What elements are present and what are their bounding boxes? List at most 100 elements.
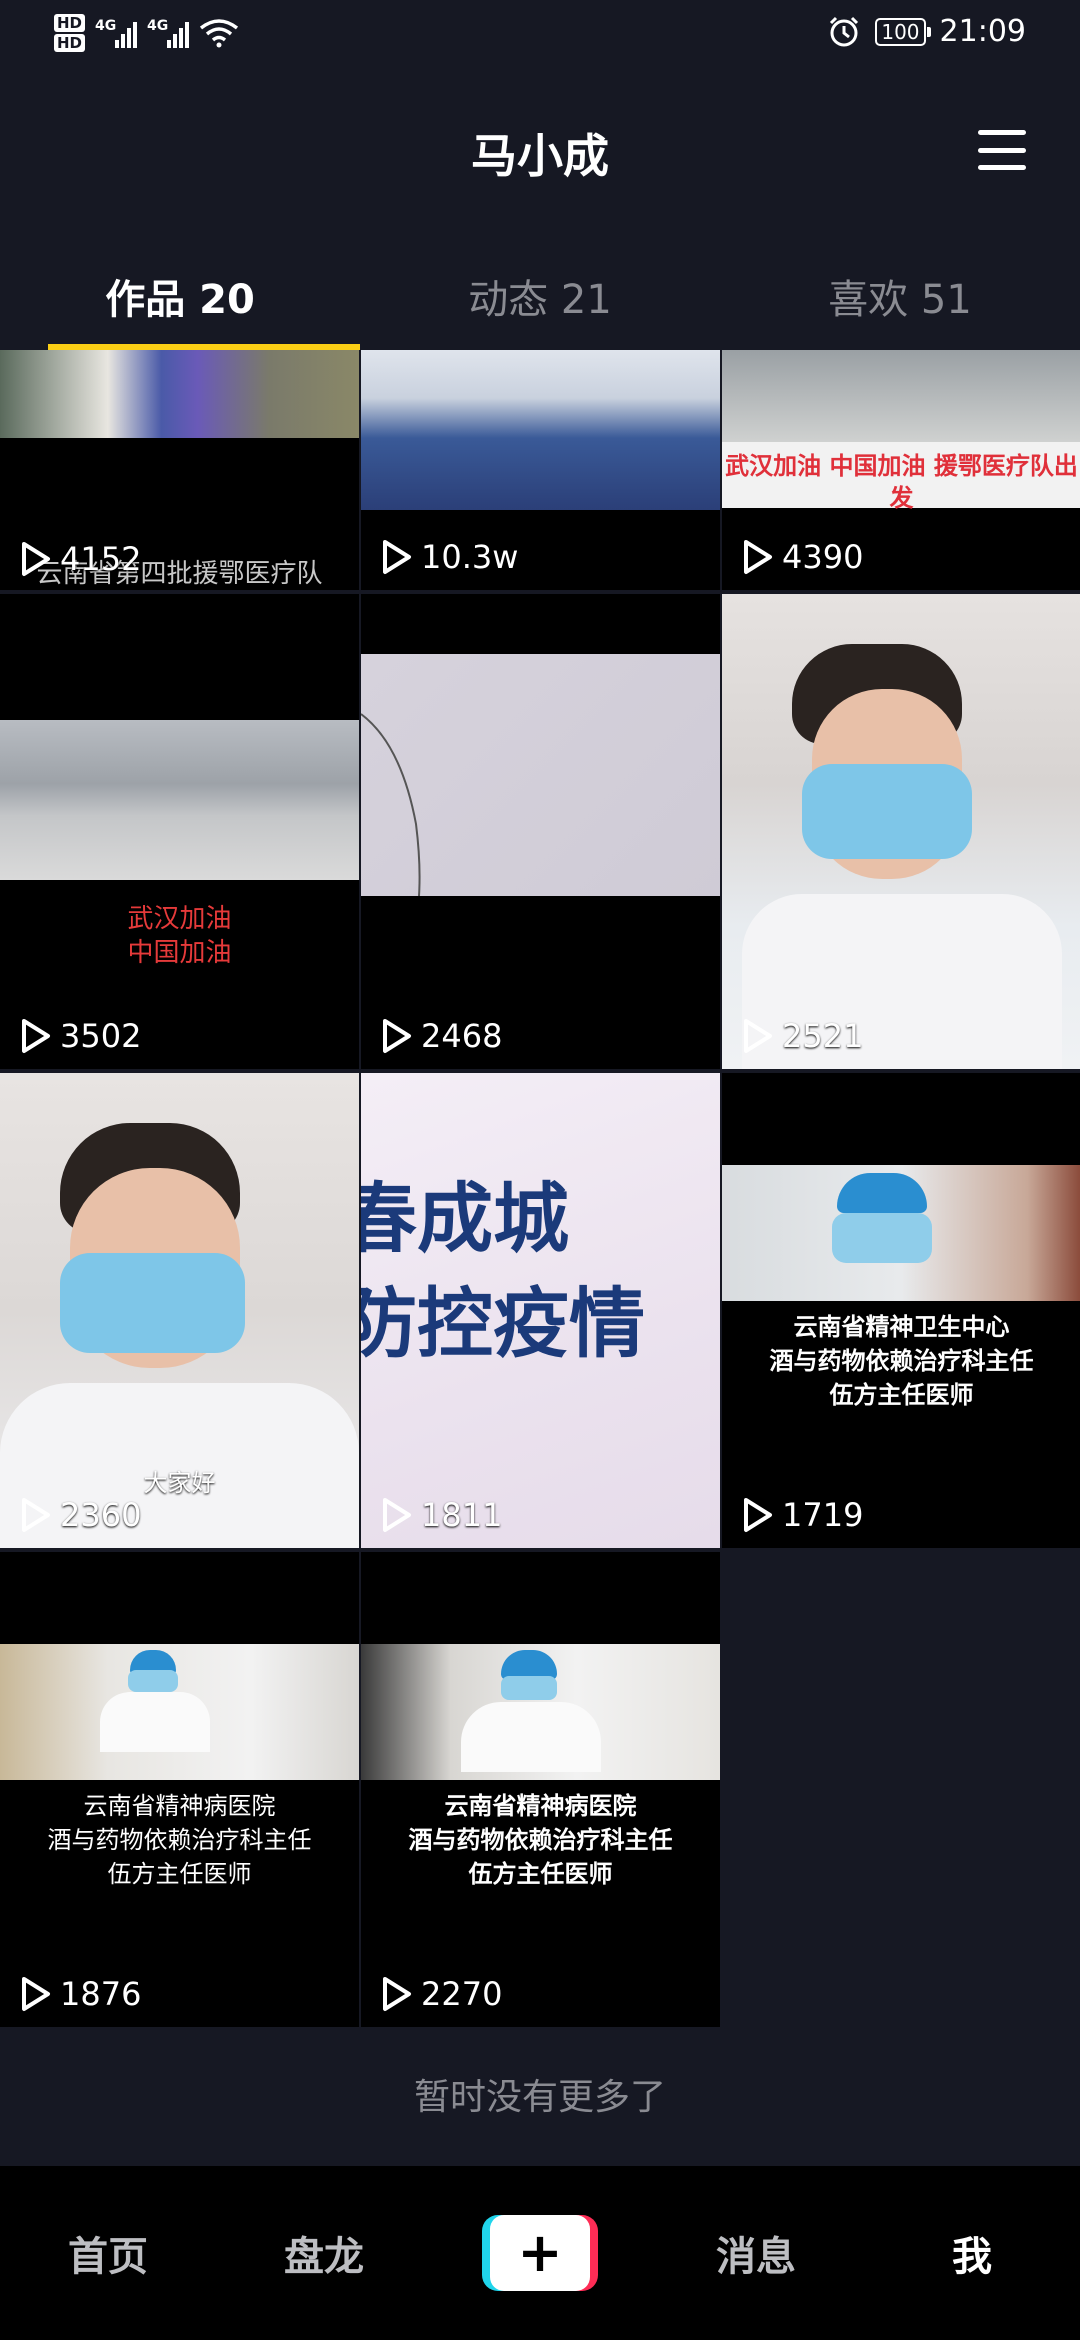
create-button[interactable]: + — [482, 2215, 598, 2291]
thumb-overlay-text-2: 防控疫情 — [361, 1279, 645, 1368]
thumb-coat — [100, 1692, 210, 1752]
video-thumbnail[interactable]: 大家好 2360 — [0, 1073, 359, 1548]
alarm-icon — [830, 16, 859, 46]
view-count: 2270 — [381, 1975, 502, 2013]
tab-likes[interactable]: 喜欢 51 — [720, 242, 1080, 350]
status-right: 100 21:09 — [827, 14, 1026, 49]
thumb-mask — [60, 1253, 245, 1353]
thumb-image — [0, 350, 359, 438]
video-thumbnail[interactable]: 云南省第四批援鄂医疗队 4152 — [0, 350, 359, 590]
thumb-mask — [802, 764, 972, 859]
thumb-sketch — [361, 713, 421, 896]
play-icon — [383, 1977, 411, 2011]
view-count-value: 2468 — [421, 1017, 503, 1055]
thumb-mask — [128, 1670, 178, 1692]
video-grid: 云南省第四批援鄂医疗队 4152 10.3w 武汉加油 中国加油 援鄂医疗队出发… — [0, 350, 1080, 2027]
battery-indicator: 100 — [875, 17, 931, 46]
play-icon — [383, 540, 411, 574]
view-count: 3502 — [20, 1017, 141, 1055]
video-thumbnail[interactable]: 武汉加油 中国加油 3502 — [0, 594, 359, 1069]
view-count-value: 2521 — [782, 1017, 864, 1055]
thumb-overlay-text-1: 春成城 — [361, 1174, 569, 1263]
view-count-value: 10.3w — [421, 538, 519, 576]
view-count: 10.3w — [381, 538, 518, 576]
menu-icon[interactable] — [978, 130, 1026, 170]
thumb-mask — [832, 1213, 932, 1263]
video-thumbnail[interactable]: 10.3w — [361, 350, 720, 590]
hd-label-1: HD — [54, 14, 86, 32]
view-count-value: 1876 — [60, 1975, 142, 2013]
video-caption-2: 酒与药物依赖治疗科主任 — [47, 1826, 312, 1854]
wifi-icon — [199, 19, 239, 48]
nav-messages[interactable]: 消息 — [648, 2224, 864, 2282]
signal-icon: 4G — [95, 18, 138, 48]
video-caption-2: 酒与药物依赖治疗科主任 — [769, 1347, 1034, 1375]
nav-home[interactable]: 首页 — [0, 2224, 216, 2282]
nav-me[interactable]: 我 — [864, 2224, 1080, 2282]
view-count: 2360 — [20, 1496, 141, 1534]
signal-icon-2: 4G — [147, 18, 190, 48]
play-icon — [22, 1019, 50, 1053]
view-count: 4152 — [20, 540, 141, 578]
video-caption-1: 云南省精神病医院 — [444, 1792, 637, 1820]
view-count: 2521 — [742, 1017, 863, 1055]
play-icon — [744, 1019, 772, 1053]
thumb-cap — [837, 1173, 927, 1213]
view-count: 1719 — [742, 1496, 863, 1534]
video-caption-3: 伍方主任医师 — [107, 1860, 252, 1888]
play-icon — [383, 1498, 411, 1532]
bottom-nav: 首页 盘龙 + 消息 我 — [0, 2166, 1080, 2340]
video-caption-2: 酒与药物依赖治疗科主任 — [408, 1826, 673, 1854]
view-count: 4390 — [742, 538, 863, 576]
video-caption-3: 伍方主任医师 — [468, 1860, 613, 1888]
no-more-content-text: 暂时没有更多了 — [413, 2077, 666, 2118]
video-thumbnail[interactable]: 云南省精神病医院 酒与药物依赖治疗科主任 伍方主任医师 1876 — [0, 1552, 359, 2027]
play-icon — [22, 1977, 50, 2011]
view-count-value: 1719 — [782, 1496, 864, 1534]
view-count-value: 3502 — [60, 1017, 142, 1055]
nav-city[interactable]: 盘龙 — [216, 2224, 432, 2282]
play-icon — [22, 542, 50, 576]
view-count: 1811 — [381, 1496, 502, 1534]
video-caption-3: 伍方主任医师 — [829, 1381, 974, 1409]
thumb-coat — [461, 1702, 601, 1772]
clock: 21:09 — [939, 14, 1026, 49]
video-caption-1: 云南省精神卫生中心 — [793, 1313, 1010, 1341]
network-type-2: 4G — [147, 18, 169, 34]
video-caption: 大家好 — [143, 1469, 216, 1497]
video-thumbnail[interactable]: 武汉加油 中国加油 援鄂医疗队出发 4390 — [722, 350, 1080, 590]
video-caption-1: 武汉加油 — [127, 904, 232, 934]
status-bar: HD HD 4G 4G 100 21:09 — [0, 0, 1080, 72]
view-count-value: 4390 — [782, 538, 864, 576]
video-thumbnail[interactable]: 云南省精神卫生中心 酒与药物依赖治疗科主任 伍方主任医师 1719 — [722, 1073, 1080, 1548]
thumb-image — [722, 350, 1080, 442]
play-icon — [744, 540, 772, 574]
video-caption-2: 中国加油 — [127, 938, 232, 968]
tab-works[interactable]: 作品 20 — [0, 242, 360, 350]
page-title: 马小成 — [471, 129, 609, 183]
view-count-value: 2270 — [421, 1975, 503, 2013]
profile-tabs: 作品 20 动态 21 喜欢 51 — [0, 242, 1080, 350]
play-icon — [744, 1498, 772, 1532]
video-thumbnail[interactable]: 2521 — [722, 594, 1080, 1069]
tab-posts[interactable]: 动态 21 — [360, 242, 720, 350]
profile-header: 马小成 — [0, 72, 1080, 242]
video-thumbnail[interactable]: 春成城 防控疫情 1811 — [361, 1073, 720, 1548]
video-thumbnail[interactable]: 云南省精神病医院 酒与药物依赖治疗科主任 伍方主任医师 2270 — [361, 1552, 720, 2027]
thumb-image — [0, 720, 359, 880]
nav-create[interactable]: + — [432, 2215, 648, 2291]
plus-icon: + — [517, 2221, 563, 2284]
network-type-1: 4G — [95, 18, 117, 34]
view-count: 1876 — [20, 1975, 141, 2013]
hd-indicator: HD HD — [54, 14, 86, 52]
view-count: 2468 — [381, 1017, 502, 1055]
play-icon — [22, 1498, 50, 1532]
video-thumbnail[interactable]: 2468 — [361, 594, 720, 1069]
thumb-image — [361, 350, 720, 510]
play-icon — [383, 1019, 411, 1053]
view-count-value: 1811 — [421, 1496, 503, 1534]
view-count-value: 2360 — [60, 1496, 142, 1534]
grid-empty-slot — [722, 1552, 1080, 2027]
hd-label-2: HD — [54, 34, 86, 52]
thumb-mask — [501, 1676, 557, 1700]
